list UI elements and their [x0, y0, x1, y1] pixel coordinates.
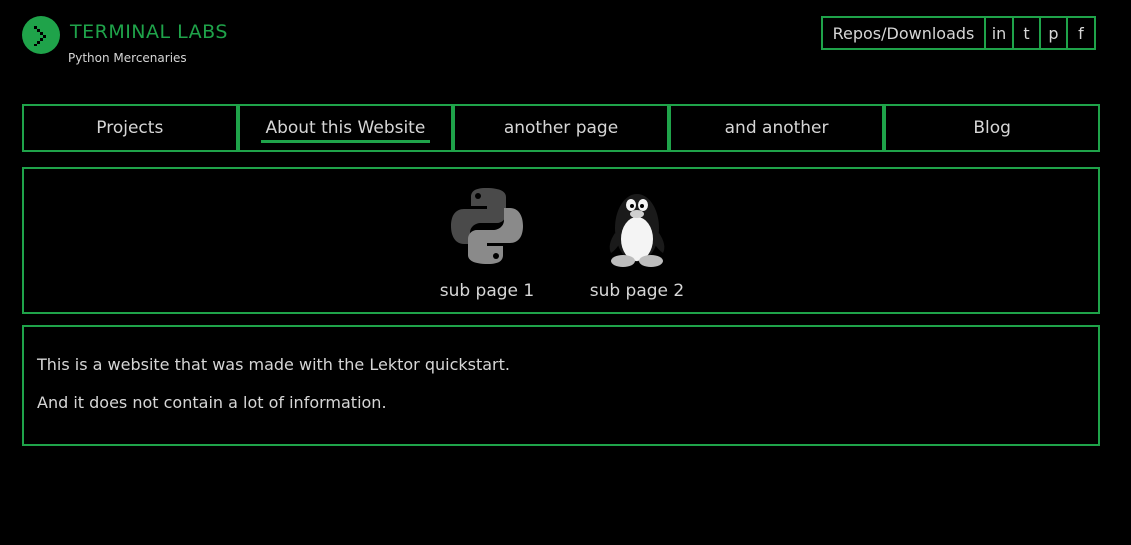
subpage-label: sub page 1 — [439, 281, 535, 301]
tux-penguin-icon — [597, 183, 677, 269]
pinterest-link[interactable]: p — [1039, 16, 1068, 50]
nav-item-blog[interactable]: Blog — [884, 104, 1100, 152]
twitter-link[interactable]: t — [1012, 16, 1041, 50]
nav-item-label: About this Website — [265, 118, 426, 138]
nav-item-another-page[interactable]: another page — [453, 104, 669, 152]
site-tagline: Python Mercenaries — [68, 51, 187, 65]
chevron-right-icon — [22, 16, 60, 54]
repos-downloads-link[interactable]: Repos/Downloads — [821, 16, 986, 50]
nav-item-label: and another — [724, 118, 829, 138]
nav-item-projects[interactable]: Projects — [22, 104, 238, 152]
python-logo-icon — [447, 183, 527, 269]
site-title: TERMINAL LABS — [70, 21, 228, 43]
content-panel: This is a website that was made with the… — [22, 325, 1100, 446]
linkedin-link[interactable]: in — [984, 16, 1014, 50]
subpage-2-link[interactable]: sub page 2 — [572, 183, 702, 301]
nav-item-label: another page — [503, 118, 619, 138]
nav-item-about[interactable]: About this Website — [237, 104, 454, 152]
subpage-label: sub page 2 — [589, 281, 685, 301]
content-paragraph: And it does not contain a lot of informa… — [37, 393, 387, 412]
main-nav: Projects About this Website another page… — [22, 104, 1100, 152]
active-underline — [260, 140, 431, 143]
facebook-link[interactable]: f — [1066, 16, 1096, 50]
nav-item-and-another[interactable]: and another — [668, 104, 885, 152]
subpage-1-link[interactable]: sub page 1 — [422, 183, 552, 301]
subpages-panel: sub page 1 sub page 2 — [22, 167, 1100, 314]
brand[interactable]: TERMINAL LABS Python Mercenaries — [22, 16, 228, 65]
content-paragraph: This is a website that was made with the… — [37, 355, 510, 374]
nav-item-label: Blog — [973, 118, 1011, 138]
nav-item-label: Projects — [96, 118, 164, 138]
top-nav: Repos/Downloads in t p f — [821, 16, 1100, 50]
